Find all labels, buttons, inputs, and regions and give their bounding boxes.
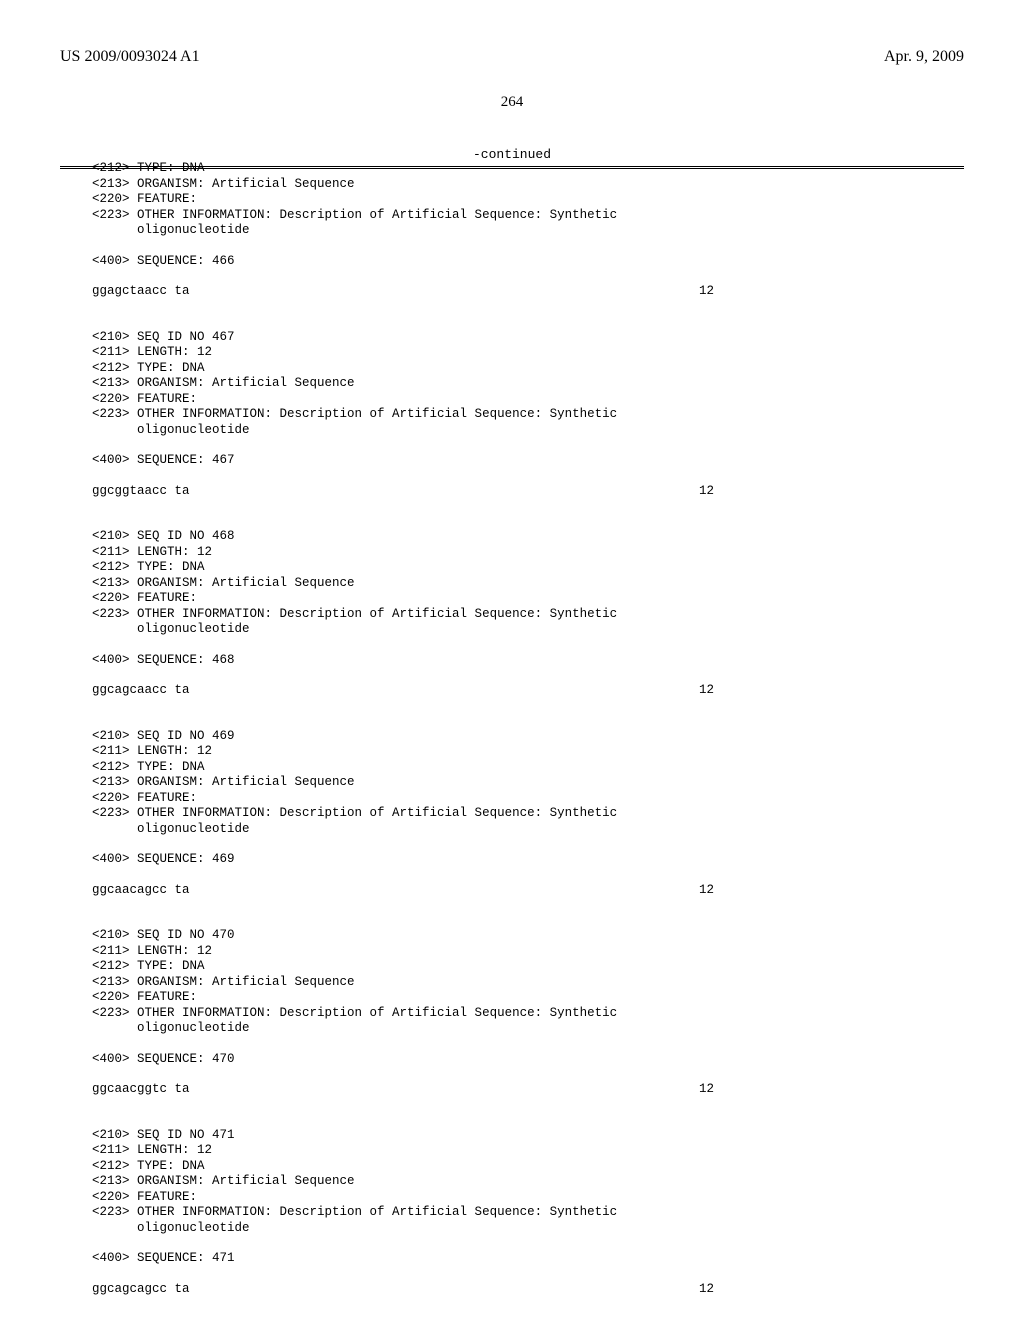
listing-line: <212> TYPE: DNA	[92, 1159, 964, 1175]
listing-line: <400> SEQUENCE: 471	[92, 1251, 964, 1267]
sequence-count: 12	[699, 1082, 714, 1098]
sequence-text: ggagctaacc ta	[92, 284, 190, 300]
listing-line	[92, 913, 964, 928]
sequence-text: ggcagcaacc ta	[92, 683, 190, 699]
sequence-line: ggcaacggtc ta 12	[92, 1082, 964, 1098]
listing-line: oligonucleotide	[92, 822, 964, 838]
listing-line: <220> FEATURE:	[92, 1190, 964, 1206]
listing-line	[92, 1098, 964, 1113]
page-header: US 2009/0093024 A1 Apr. 9, 2009	[60, 48, 964, 66]
listing-line: <400> SEQUENCE: 468	[92, 653, 964, 669]
sequence-text: ggcaacggtc ta	[92, 1082, 190, 1098]
listing-line: <212> TYPE: DNA	[92, 161, 964, 177]
sequence-count: 12	[699, 1282, 714, 1298]
listing-line	[92, 315, 964, 330]
sequence-count: 12	[699, 683, 714, 699]
listing-line: <400> SEQUENCE: 467	[92, 453, 964, 469]
listing-line	[92, 499, 964, 514]
listing-line: <223> OTHER INFORMATION: Description of …	[92, 208, 964, 224]
listing-line	[92, 868, 964, 883]
sequence-count: 12	[699, 883, 714, 899]
listing-line: <213> ORGANISM: Artificial Sequence	[92, 177, 964, 193]
sequence-text: ggcagcagcc ta	[92, 1282, 190, 1298]
document-date: Apr. 9, 2009	[884, 48, 964, 66]
listing-line	[92, 898, 964, 913]
listing-line: <220> FEATURE:	[92, 192, 964, 208]
listing-line	[92, 269, 964, 284]
listing-line	[92, 837, 964, 852]
listing-line: <223> OTHER INFORMATION: Description of …	[92, 806, 964, 822]
document-id: US 2009/0093024 A1	[60, 48, 200, 66]
listing-line	[92, 438, 964, 453]
listing-line: <213> ORGANISM: Artificial Sequence	[92, 775, 964, 791]
listing-line: <210> SEQ ID NO 468	[92, 529, 964, 545]
listing-line: <211> LENGTH: 12	[92, 944, 964, 960]
sequence-text: ggcaacagcc ta	[92, 883, 190, 899]
sequence-count: 12	[699, 284, 714, 300]
sequence-count: 12	[699, 484, 714, 500]
sequence-line: ggcagcaacc ta 12	[92, 683, 964, 699]
listing-line: <400> SEQUENCE: 466	[92, 254, 964, 270]
listing-line: <400> SEQUENCE: 469	[92, 852, 964, 868]
listing-line	[92, 714, 964, 729]
sequence-listing: <212> TYPE: DNA<213> ORGANISM: Artificia…	[60, 161, 964, 1297]
listing-line: <213> ORGANISM: Artificial Sequence	[92, 975, 964, 991]
listing-line: oligonucleotide	[92, 1021, 964, 1037]
sequence-line: ggcagcagcc ta 12	[92, 1282, 964, 1298]
listing-line: <212> TYPE: DNA	[92, 760, 964, 776]
listing-line: <223> OTHER INFORMATION: Description of …	[92, 607, 964, 623]
listing-line	[92, 699, 964, 714]
listing-line	[92, 300, 964, 315]
listing-line: <220> FEATURE:	[92, 392, 964, 408]
listing-line: <211> LENGTH: 12	[92, 545, 964, 561]
listing-line: oligonucleotide	[92, 223, 964, 239]
listing-line	[92, 638, 964, 653]
listing-line: <212> TYPE: DNA	[92, 959, 964, 975]
page-number: 264	[60, 94, 964, 111]
listing-line: <210> SEQ ID NO 467	[92, 330, 964, 346]
listing-line: <223> OTHER INFORMATION: Description of …	[92, 407, 964, 423]
listing-line: <213> ORGANISM: Artificial Sequence	[92, 1174, 964, 1190]
sequence-line: ggcaacagcc ta 12	[92, 883, 964, 899]
listing-line: <212> TYPE: DNA	[92, 361, 964, 377]
listing-line: <220> FEATURE:	[92, 791, 964, 807]
listing-line	[92, 1067, 964, 1082]
listing-line: <213> ORGANISM: Artificial Sequence	[92, 576, 964, 592]
listing-line: oligonucleotide	[92, 423, 964, 439]
sequence-line: ggagctaacc ta 12	[92, 284, 964, 300]
listing-line	[92, 514, 964, 529]
sequence-text: ggcggtaacc ta	[92, 484, 190, 500]
listing-line	[92, 1236, 964, 1251]
sequence-line: ggcggtaacc ta 12	[92, 484, 964, 500]
listing-line: <210> SEQ ID NO 470	[92, 928, 964, 944]
listing-line	[92, 239, 964, 254]
listing-line: <220> FEATURE:	[92, 990, 964, 1006]
listing-line	[92, 469, 964, 484]
listing-line	[92, 1267, 964, 1282]
listing-line: <223> OTHER INFORMATION: Description of …	[92, 1006, 964, 1022]
listing-line: <212> TYPE: DNA	[92, 560, 964, 576]
listing-line	[92, 1113, 964, 1128]
listing-line	[92, 1037, 964, 1052]
continued-label: -continued	[60, 147, 964, 162]
listing-line: <211> LENGTH: 12	[92, 345, 964, 361]
listing-line: <210> SEQ ID NO 471	[92, 1128, 964, 1144]
listing-line: <400> SEQUENCE: 470	[92, 1052, 964, 1068]
listing-line: <210> SEQ ID NO 469	[92, 729, 964, 745]
listing-line: oligonucleotide	[92, 622, 964, 638]
listing-line	[92, 668, 964, 683]
listing-line: <223> OTHER INFORMATION: Description of …	[92, 1205, 964, 1221]
listing-line: oligonucleotide	[92, 1221, 964, 1237]
listing-line: <213> ORGANISM: Artificial Sequence	[92, 376, 964, 392]
listing-line: <220> FEATURE:	[92, 591, 964, 607]
listing-line: <211> LENGTH: 12	[92, 1143, 964, 1159]
listing-line: <211> LENGTH: 12	[92, 744, 964, 760]
